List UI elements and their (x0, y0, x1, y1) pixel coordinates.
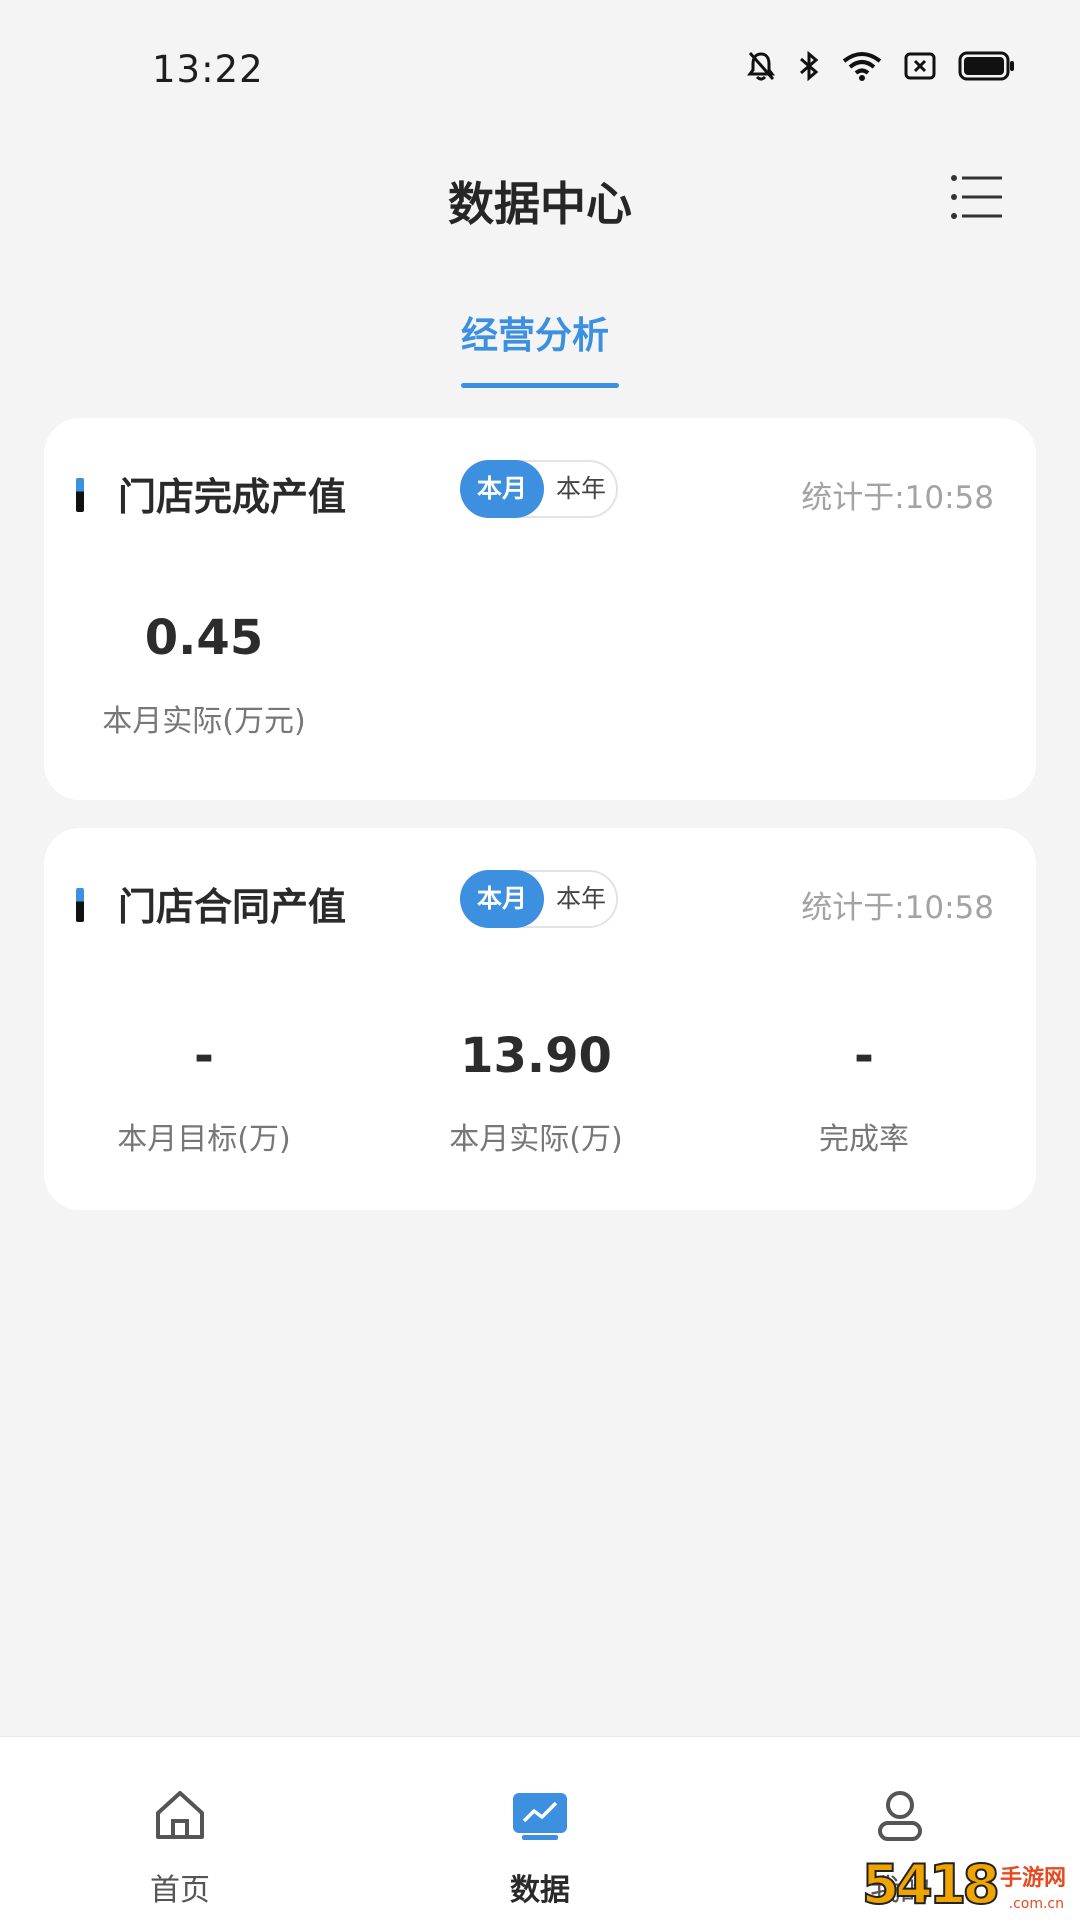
metric-completion-rate: - 完成率 (744, 1028, 984, 1158)
wifi-icon (842, 52, 882, 81)
metric-value: - (194, 1028, 214, 1084)
menu-button[interactable] (950, 170, 1004, 224)
metric-value: - (854, 1028, 874, 1084)
card-title-marker (76, 478, 84, 512)
metric-actual: 0.45 本月实际(万元) (84, 610, 324, 740)
stat-time: 统计于:10:58 (801, 890, 994, 926)
metric-value: 0.45 (144, 610, 264, 666)
card-title: 门店完成产值 (118, 475, 347, 519)
list-menu-icon (951, 175, 1002, 219)
metric-target: - 本月目标(万) (84, 1028, 324, 1158)
metric-label: 本月实际(万) (449, 1122, 623, 1157)
metric-label: 本月目标(万) (117, 1122, 291, 1157)
stat-time: 统计于:10:58 (801, 480, 994, 516)
nav-item-data[interactable]: 数据 (440, 1737, 640, 1921)
nav-label: 首页 (150, 1873, 210, 1908)
no-sim-icon (904, 52, 936, 80)
contract-output-card: 门店合同产值 本月 本年 统计于:10:58 - 本月目标(万) 13.90 本… (44, 828, 1036, 1210)
user-icon (878, 1791, 922, 1841)
status-bar: 13:22 (0, 0, 1080, 140)
status-time: 13:22 (152, 48, 264, 91)
metric-actual: 13.90 本月实际(万) (416, 1028, 656, 1158)
tab-business-analysis[interactable]: 经营分析 (455, 305, 615, 359)
card-title-marker (76, 888, 84, 922)
watermark-number: 5418 (861, 1853, 1001, 1916)
watermark-logo: 5418 手游网 .com.cn (861, 1853, 1066, 1916)
toggle-this-month[interactable]: 本月 (460, 460, 544, 518)
page-title: 数据中心 (448, 177, 632, 231)
metric-value: 13.90 (460, 1028, 612, 1084)
metric-label: 本月实际(万元) (102, 704, 306, 739)
period-toggle: 本月 本年 (460, 870, 618, 928)
mute-bell-icon (747, 52, 775, 81)
data-chart-icon (513, 1793, 567, 1840)
tab-active-indicator (461, 383, 619, 388)
toggle-this-year[interactable]: 本年 (548, 462, 614, 516)
bluetooth-icon (800, 50, 819, 82)
watermark-text: 手游网 (999, 1866, 1066, 1891)
toggle-this-month[interactable]: 本月 (460, 870, 544, 928)
watermark-domain: .com.cn (1008, 1896, 1064, 1912)
toggle-this-year[interactable]: 本年 (548, 872, 614, 926)
completed-output-card: 门店完成产值 本月 本年 统计于:10:58 0.45 本月实际(万元) (44, 418, 1036, 800)
battery-icon (958, 51, 1014, 81)
nav-item-home[interactable]: 首页 (80, 1737, 280, 1921)
status-icons (746, 50, 1016, 82)
card-title: 门店合同产值 (118, 885, 347, 929)
period-toggle: 本月 本年 (460, 460, 618, 518)
tab-bar: 经营分析 (0, 295, 1080, 395)
nav-label: 数据 (510, 1873, 570, 1908)
home-icon (156, 1791, 204, 1839)
metric-label: 完成率 (819, 1122, 909, 1157)
app-header: 数据中心 (0, 140, 1080, 250)
